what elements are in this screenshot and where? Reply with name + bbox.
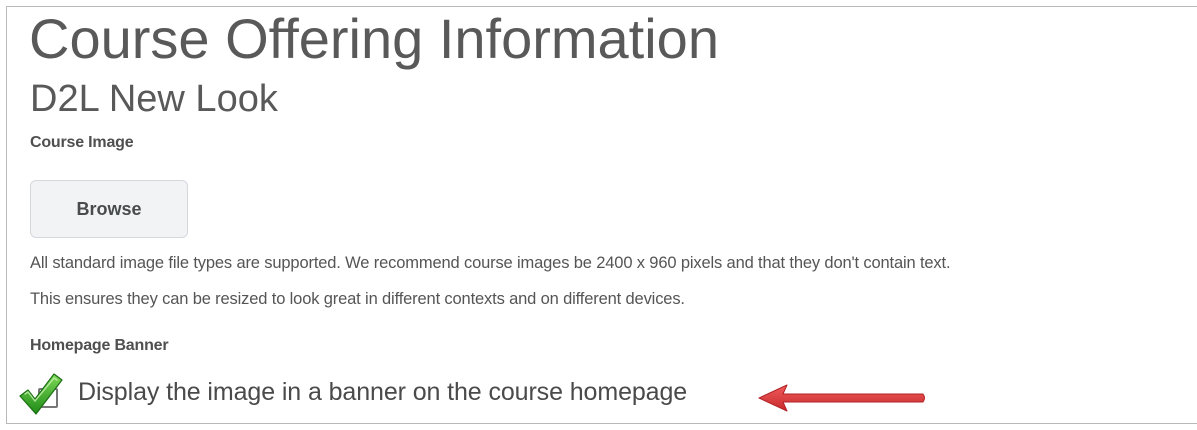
green-check-icon <box>19 373 63 415</box>
homepage-banner-label: Homepage Banner <box>30 337 169 354</box>
course-image-help-text-1: All standard image file types are suppor… <box>30 254 951 272</box>
course-image-label: Course Image <box>30 134 134 151</box>
browse-button[interactable]: Browse <box>30 180 188 238</box>
display-banner-label[interactable]: Display the image in a banner on the cou… <box>78 378 687 407</box>
red-arrow-icon <box>758 384 925 412</box>
course-image-help-text-2: This ensures they can be resized to look… <box>30 290 685 308</box>
page-subtitle: D2L New Look <box>30 78 278 120</box>
page-title: Course Offering Information <box>29 7 719 70</box>
